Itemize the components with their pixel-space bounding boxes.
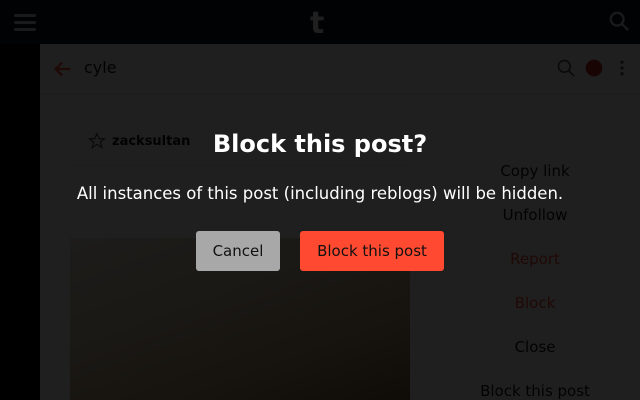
dialog-title: Block this post? [212,130,428,158]
block-this-post-button[interactable]: Block this post [300,231,444,271]
cancel-button[interactable]: Cancel [196,231,280,271]
dialog-message: All instances of this post (including re… [76,184,564,203]
block-post-dialog: Block this post? All instances of this p… [0,0,640,400]
